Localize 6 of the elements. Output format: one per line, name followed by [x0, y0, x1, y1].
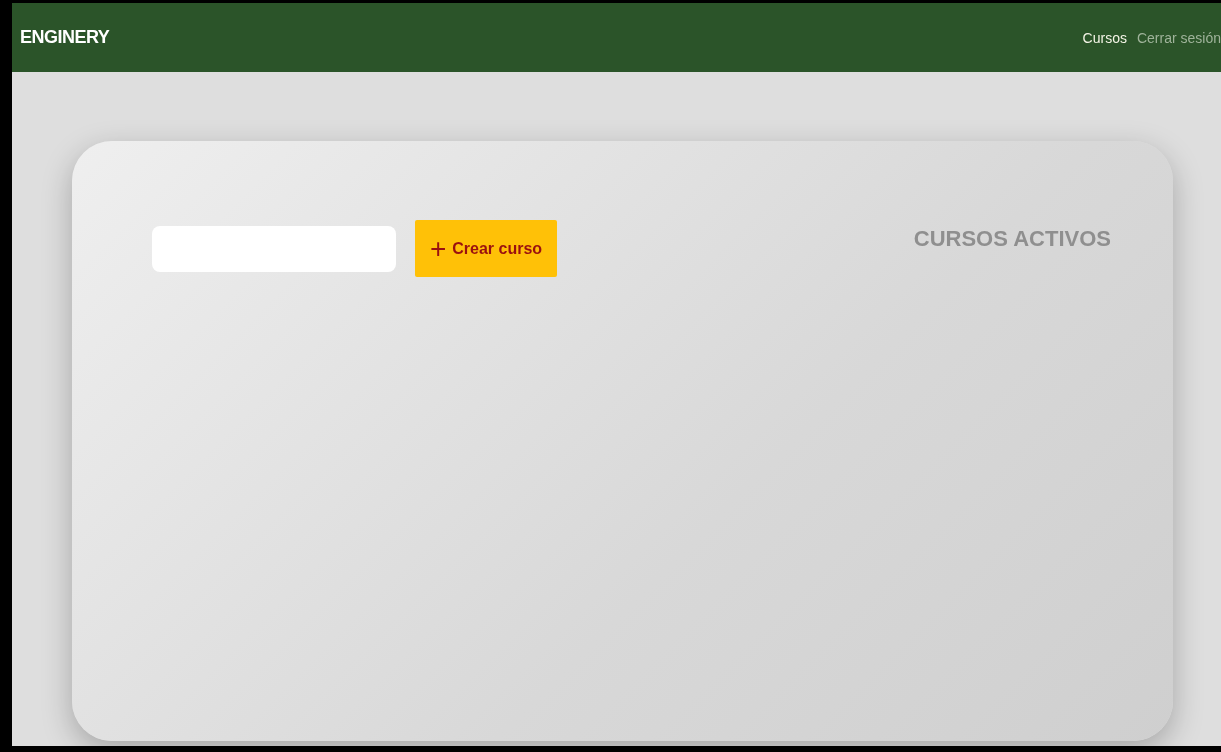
nav-link[interactable]: Cerrar sesión	[1136, 29, 1221, 46]
section-heading: CURSOS ACTIVOS	[913, 226, 1111, 252]
create-course-button[interactable]: + Crear curso	[415, 220, 557, 277]
input-field[interactable]	[152, 226, 396, 272]
nav-link[interactable]: Cursos	[1082, 29, 1127, 46]
brand-logo: ENGINERY	[20, 27, 110, 48]
